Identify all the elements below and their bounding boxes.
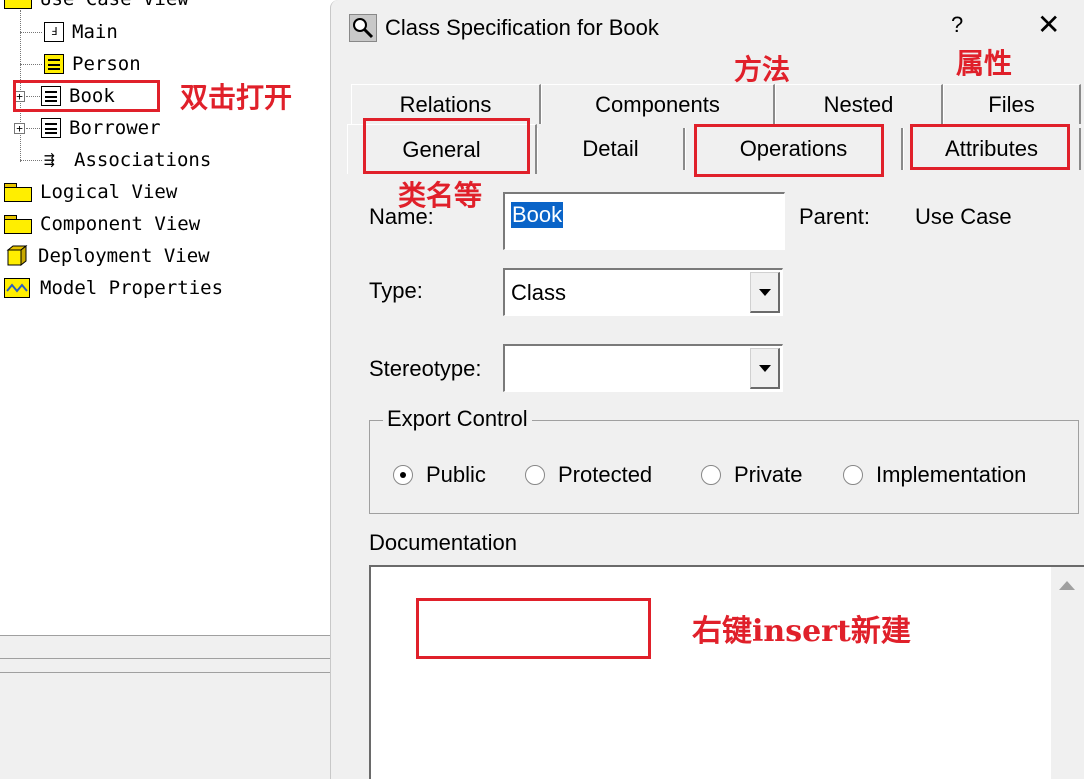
diagram-icon: Ⅎ — [44, 22, 64, 42]
stereotype-select[interactable] — [503, 344, 783, 392]
radio-implementation[interactable] — [843, 465, 863, 485]
tree-item-associations[interactable]: ⇶ Associations — [44, 147, 211, 173]
annotation-box-insert — [416, 598, 651, 659]
tree-item-label: Associations — [74, 149, 212, 171]
folder-icon — [4, 0, 32, 9]
radio-public-label[interactable]: Public — [426, 462, 486, 488]
annotation-class-name: 类名等 — [398, 179, 483, 212]
scroll-up-icon[interactable] — [1059, 581, 1075, 590]
tree-item-use-case-view[interactable]: Use Case View — [4, 0, 189, 12]
vertical-scrollbar[interactable] — [1051, 567, 1084, 779]
radio-protected-label[interactable]: Protected — [558, 462, 652, 488]
tree-item-label: Model Properties — [40, 277, 224, 299]
tree-item-deployment-view[interactable]: Deployment View — [6, 243, 210, 269]
deployment-icon — [6, 244, 28, 267]
folder-icon — [4, 215, 32, 234]
radio-private[interactable] — [701, 465, 721, 485]
tree-item-model-properties[interactable]: Model Properties — [4, 275, 223, 301]
tab-files[interactable]: Files — [943, 84, 1081, 124]
tree-item-label: Borrower — [69, 117, 161, 139]
tree-item-component-view[interactable]: Component View — [4, 211, 200, 237]
tab-components[interactable]: Components — [541, 84, 775, 124]
tree-item-label: Component View — [40, 213, 201, 235]
tree-item-label: Use Case View — [40, 0, 189, 10]
radio-public[interactable] — [393, 465, 413, 485]
model-properties-icon — [4, 278, 30, 298]
stereotype-label: Stereotype: — [369, 356, 482, 381]
close-button[interactable]: ✕ — [1037, 8, 1060, 41]
divider — [0, 672, 330, 673]
tree-item-borrower[interactable]: + Borrower — [14, 115, 161, 141]
annotation-box-general — [363, 118, 530, 174]
tree-guide — [20, 160, 42, 161]
name-input[interactable]: Book — [503, 192, 785, 250]
tree-item-label: Deployment View — [38, 245, 210, 267]
tree-item-label: Logical View — [40, 181, 178, 203]
tree-item-person[interactable]: Person — [44, 51, 141, 77]
export-control-label: Export Control — [383, 406, 532, 432]
annotation-double-click: 双击打开 — [180, 81, 293, 114]
browser-tree: Use Case View Ⅎ Main Person + Book + Bor… — [0, 0, 330, 779]
tree-item-label: Main — [72, 21, 118, 43]
expand-icon[interactable]: + — [14, 122, 25, 134]
parent-label: Parent: — [799, 204, 870, 229]
status-panel — [0, 635, 330, 779]
associations-icon: ⇶ — [44, 149, 55, 170]
annotation-box-book — [13, 80, 160, 112]
tab-nested[interactable]: Nested — [775, 84, 943, 124]
radio-private-label[interactable]: Private — [734, 462, 802, 488]
folder-icon — [4, 183, 32, 202]
tree-guide — [20, 64, 42, 65]
annotation-box-attributes — [910, 124, 1070, 170]
magnifier-icon — [349, 14, 377, 42]
tab-detail[interactable]: Detail — [537, 128, 685, 170]
class-specification-dialog: Class Specification for Book ? ✕ Relatio… — [330, 0, 1084, 779]
documentation-label: Documentation — [369, 530, 517, 555]
class-icon — [41, 118, 61, 138]
chevron-down-icon[interactable] — [750, 348, 780, 389]
radio-protected[interactable] — [525, 465, 545, 485]
tree-item-label: Person — [72, 53, 141, 75]
radio-implementation-label[interactable]: Implementation — [876, 462, 1026, 488]
divider — [0, 658, 330, 659]
type-value: Class — [511, 280, 567, 305]
annotation-attributes: 属性 — [956, 47, 1013, 80]
type-label: Type: — [369, 278, 423, 303]
parent-value: Use Case — [915, 204, 1012, 229]
actor-class-icon — [44, 54, 64, 74]
tree-item-logical-view[interactable]: Logical View — [4, 179, 177, 205]
help-button[interactable]: ? — [951, 12, 963, 38]
annotation-box-operations — [694, 124, 884, 177]
name-value: Book — [511, 202, 564, 228]
tree-item-main[interactable]: Ⅎ Main — [44, 19, 118, 45]
type-select[interactable]: Class — [503, 268, 783, 316]
chevron-down-icon[interactable] — [750, 272, 780, 313]
dialog-title: Class Specification for Book — [385, 15, 659, 40]
tree-guide — [20, 32, 42, 33]
annotation-right-click: 右键insert新建 — [692, 614, 911, 649]
annotation-methods: 方法 — [734, 53, 791, 86]
